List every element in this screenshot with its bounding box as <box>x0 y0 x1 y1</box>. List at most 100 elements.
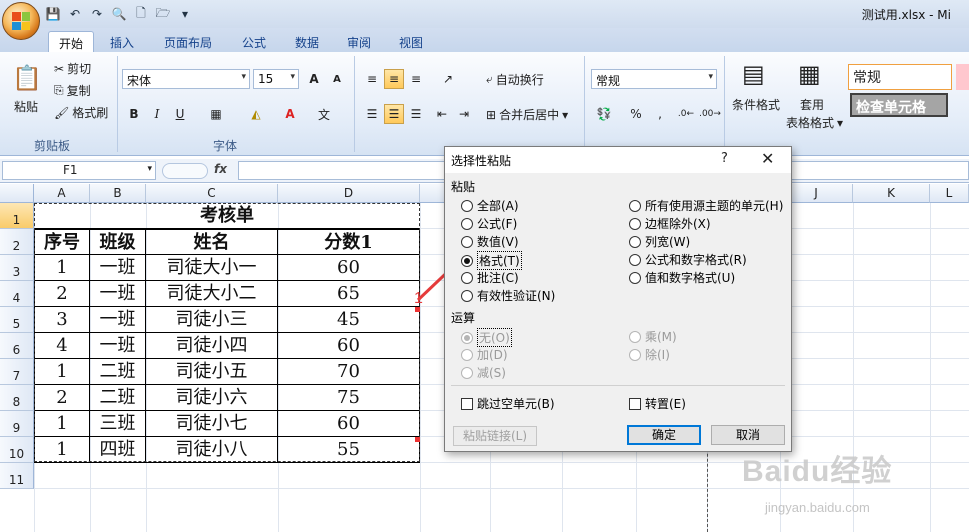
new-document-icon[interactable]: 🗋 <box>132 5 150 23</box>
open-icon[interactable]: 🗁 <box>154 5 172 23</box>
insert-function-button[interactable]: fx <box>214 162 227 176</box>
row-header-1[interactable]: 1 <box>0 203 34 229</box>
fill-color-icon[interactable]: ◭ <box>246 104 266 124</box>
wrap-text-button[interactable]: ⤶ 自动换行 <box>486 71 544 88</box>
decrease-indent-icon[interactable]: ⇤ <box>432 104 452 124</box>
phonetic-icon[interactable]: 文 <box>314 104 334 124</box>
merge-center-button[interactable]: ⊞ 合并后居中 ▾ <box>486 106 568 123</box>
radio-option[interactable]: 列宽(W) <box>629 233 690 250</box>
column-header-d[interactable]: D <box>278 184 420 203</box>
column-header-k[interactable]: K <box>853 184 930 203</box>
radio-option[interactable]: 无(O) <box>461 328 512 347</box>
transpose-checkbox[interactable]: 转置(E) <box>629 395 686 412</box>
font-color-icon[interactable]: A <box>280 104 300 124</box>
grow-font-button[interactable]: A <box>304 69 324 89</box>
row-header-4[interactable]: 4 <box>0 281 34 307</box>
borders-icon[interactable]: ▦ <box>206 104 226 124</box>
redo-icon[interactable]: ↷ <box>88 5 106 23</box>
paste-button[interactable]: 粘贴 <box>14 98 38 115</box>
row-header-5[interactable]: 5 <box>0 307 34 333</box>
radio-option[interactable]: 批注(C) <box>461 269 519 286</box>
copy-button[interactable]: ⎘ 复制 <box>54 82 91 99</box>
row-header-8[interactable]: 8 <box>0 385 34 411</box>
table-format-icon[interactable]: ▦ <box>798 60 821 88</box>
skip-blanks-checkbox[interactable]: 跳过空单元(B) <box>461 395 555 412</box>
comma-style-icon[interactable]: , <box>650 104 670 124</box>
select-all-corner[interactable] <box>0 184 34 203</box>
style-normal[interactable]: 常规 <box>848 64 952 90</box>
row-header-6[interactable]: 6 <box>0 333 34 359</box>
row-header-11[interactable]: 11 <box>0 463 34 489</box>
column-header-c[interactable]: C <box>146 184 278 203</box>
customize-qat-icon[interactable]: ▾ <box>176 5 194 23</box>
radio-option[interactable]: 公式和数字格式(R) <box>629 251 747 268</box>
bold-button[interactable]: B <box>124 104 144 124</box>
undo-icon[interactable]: ↶ <box>66 5 84 23</box>
tab-data[interactable]: 数据 <box>285 31 329 52</box>
radio-option[interactable]: 加(D) <box>461 346 508 363</box>
ok-button[interactable]: 确定 <box>627 425 701 445</box>
tab-page-layout[interactable]: 页面布局 <box>154 31 222 52</box>
underline-button[interactable]: U <box>170 104 190 124</box>
row-header-9[interactable]: 9 <box>0 411 34 437</box>
cancel-button[interactable]: 取消 <box>711 425 785 445</box>
radio-option[interactable]: 公式(F) <box>461 215 517 232</box>
align-top-icon[interactable]: ≡ <box>362 69 382 89</box>
paste-link-button[interactable]: 粘贴链接(L) <box>453 426 537 446</box>
orientation-icon[interactable]: ↗ <box>438 69 458 89</box>
radio-option[interactable]: 值和数字格式(U) <box>629 269 735 286</box>
radio-option[interactable]: 乘(M) <box>629 328 677 345</box>
tab-insert[interactable]: 插入 <box>100 31 144 52</box>
radio-option[interactable]: 减(S) <box>461 364 506 381</box>
column-header-a[interactable]: A <box>34 184 90 203</box>
save-icon[interactable]: 💾 <box>44 5 62 23</box>
number-format-combo[interactable]: 常规 ▾ <box>591 69 717 89</box>
tab-formulas[interactable]: 公式 <box>232 31 276 52</box>
increase-decimal-icon[interactable]: .0← <box>676 104 696 124</box>
align-left-icon[interactable]: ☰ <box>362 104 382 124</box>
align-center-icon[interactable]: ☰ <box>384 104 404 124</box>
align-right-icon[interactable]: ☰ <box>406 104 426 124</box>
currency-icon[interactable]: 💱 <box>594 104 614 124</box>
tab-review[interactable]: 审阅 <box>337 31 381 52</box>
office-button[interactable] <box>2 2 40 40</box>
radio-option[interactable]: 数值(V) <box>461 233 519 250</box>
help-icon[interactable]: ? <box>721 151 728 166</box>
close-icon[interactable]: ✕ <box>761 149 774 168</box>
font-name-combo[interactable]: 宋体 ▾ <box>122 69 250 89</box>
print-preview-icon[interactable]: 🔍 <box>110 5 128 23</box>
row-header-3[interactable]: 3 <box>0 255 34 281</box>
column-header-b[interactable]: B <box>90 184 146 203</box>
formula-expand-handle[interactable] <box>162 163 208 179</box>
row-header-7[interactable]: 7 <box>0 359 34 385</box>
conditional-format-icon[interactable]: ▤ <box>742 60 765 88</box>
shrink-font-button[interactable]: A <box>327 69 347 89</box>
row-header-10[interactable]: 10 <box>0 437 34 463</box>
style-check-cell[interactable]: 检查单元格 <box>850 93 948 117</box>
style-bad-partial[interactable] <box>956 64 969 90</box>
increase-indent-icon[interactable]: ⇥ <box>454 104 474 124</box>
row-header-2[interactable]: 2 <box>0 229 34 255</box>
radio-option[interactable]: 除(I) <box>629 346 670 363</box>
name-box[interactable]: F1 ▾ <box>2 161 156 180</box>
italic-button[interactable]: I <box>147 104 167 124</box>
percent-button[interactable]: % <box>626 104 646 124</box>
table-format-button-line2[interactable]: 表格格式 ▾ <box>786 114 843 131</box>
radio-option[interactable]: 有效性验证(N) <box>461 287 555 304</box>
font-size-combo[interactable]: 15 ▾ <box>253 69 299 89</box>
align-middle-icon[interactable]: ≡ <box>384 69 404 89</box>
radio-option[interactable]: 全部(A) <box>461 197 519 214</box>
tab-home[interactable]: 开始 <box>48 31 95 52</box>
radio-option[interactable]: 所有使用源主题的单元(H) <box>629 197 783 214</box>
tab-view[interactable]: 视图 <box>389 31 433 52</box>
radio-option[interactable]: 格式(T) <box>461 251 522 270</box>
decrease-decimal-icon[interactable]: .00→ <box>699 104 721 124</box>
column-header-l[interactable]: L <box>930 184 969 203</box>
format-painter-button[interactable]: 🖌 格式刷 <box>54 104 108 121</box>
conditional-format-button[interactable]: 条件格式 <box>732 96 780 113</box>
table-format-button-line1[interactable]: 套用 <box>800 96 824 113</box>
radio-option[interactable]: 边框除外(X) <box>629 215 711 232</box>
paste-icon[interactable]: 📋 <box>12 58 42 98</box>
align-bottom-icon[interactable]: ≡ <box>406 69 426 89</box>
cut-button[interactable]: ✂ 剪切 <box>54 60 91 77</box>
